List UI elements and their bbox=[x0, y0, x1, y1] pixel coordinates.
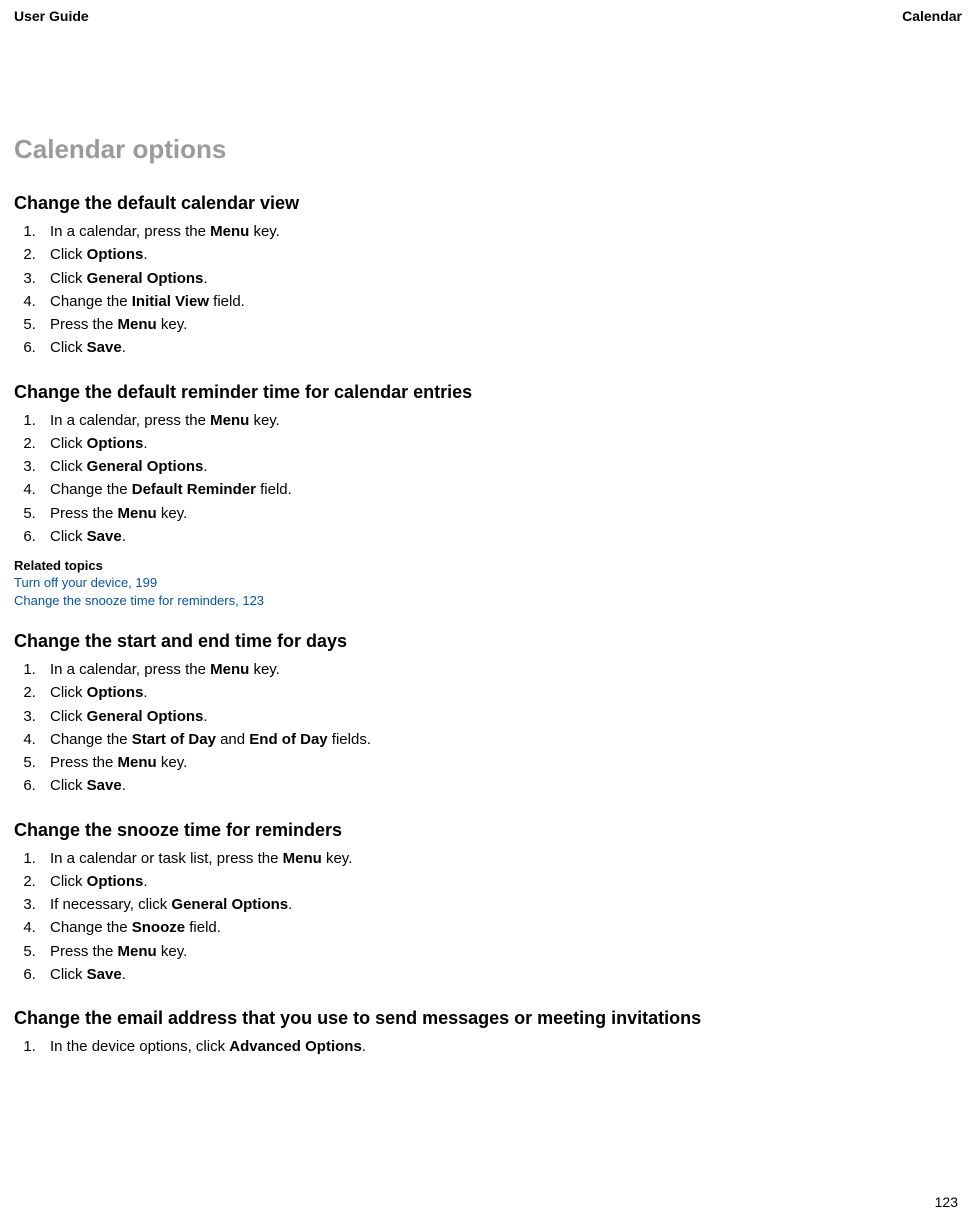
step-item: Click Options. bbox=[40, 681, 962, 704]
step-item: Click General Options. bbox=[40, 705, 962, 728]
related-topics-heading: Related topics bbox=[14, 558, 962, 573]
step-item: Press the Menu key. bbox=[40, 502, 962, 525]
step-item: In a calendar, press the Menu key. bbox=[40, 220, 962, 243]
section-heading: Change the start and end time for days bbox=[14, 631, 962, 652]
step-item: In a calendar, press the Menu key. bbox=[40, 409, 962, 432]
sections-container: Change the default calendar view In a cal… bbox=[14, 193, 962, 1058]
step-item: In a calendar, press the Menu key. bbox=[40, 658, 962, 681]
page-title: Calendar options bbox=[14, 134, 962, 165]
step-item: Change the Default Reminder field. bbox=[40, 478, 962, 501]
step-item: Click General Options. bbox=[40, 267, 962, 290]
step-list: In a calendar, press the Menu key.Click … bbox=[14, 220, 962, 360]
step-item: Press the Menu key. bbox=[40, 940, 962, 963]
section-heading: Change the snooze time for reminders bbox=[14, 820, 962, 841]
step-item: Click Options. bbox=[40, 870, 962, 893]
step-item: Click Save. bbox=[40, 774, 962, 797]
step-item: Click Save. bbox=[40, 963, 962, 986]
page-header: User Guide Calendar bbox=[0, 0, 976, 24]
step-item: Press the Menu key. bbox=[40, 313, 962, 336]
step-list: In the device options, click Advanced Op… bbox=[14, 1035, 962, 1058]
step-item: Click Save. bbox=[40, 525, 962, 548]
step-item: In a calendar or task list, press the Me… bbox=[40, 847, 962, 870]
header-right: Calendar bbox=[902, 8, 962, 24]
section-heading: Change the email address that you use to… bbox=[14, 1008, 962, 1029]
step-item: If necessary, click General Options. bbox=[40, 893, 962, 916]
step-list: In a calendar, press the Menu key.Click … bbox=[14, 409, 962, 549]
step-item: Change the Snooze field. bbox=[40, 916, 962, 939]
step-item: Change the Start of Day and End of Day f… bbox=[40, 728, 962, 751]
page-number: 123 bbox=[935, 1194, 958, 1210]
header-left: User Guide bbox=[14, 8, 89, 24]
step-item: In the device options, click Advanced Op… bbox=[40, 1035, 962, 1058]
section-heading: Change the default calendar view bbox=[14, 193, 962, 214]
related-topic-link[interactable]: Change the snooze time for reminders, 12… bbox=[14, 592, 962, 610]
step-item: Click Save. bbox=[40, 336, 962, 359]
step-item: Click Options. bbox=[40, 243, 962, 266]
step-item: Change the Initial View field. bbox=[40, 290, 962, 313]
related-topic-link[interactable]: Turn off your device, 199 bbox=[14, 574, 962, 592]
step-list: In a calendar or task list, press the Me… bbox=[14, 847, 962, 987]
step-list: In a calendar, press the Menu key.Click … bbox=[14, 658, 962, 798]
page-content: Calendar options Change the default cale… bbox=[0, 134, 976, 1058]
step-item: Press the Menu key. bbox=[40, 751, 962, 774]
step-item: Click Options. bbox=[40, 432, 962, 455]
step-item: Click General Options. bbox=[40, 455, 962, 478]
section-heading: Change the default reminder time for cal… bbox=[14, 382, 962, 403]
